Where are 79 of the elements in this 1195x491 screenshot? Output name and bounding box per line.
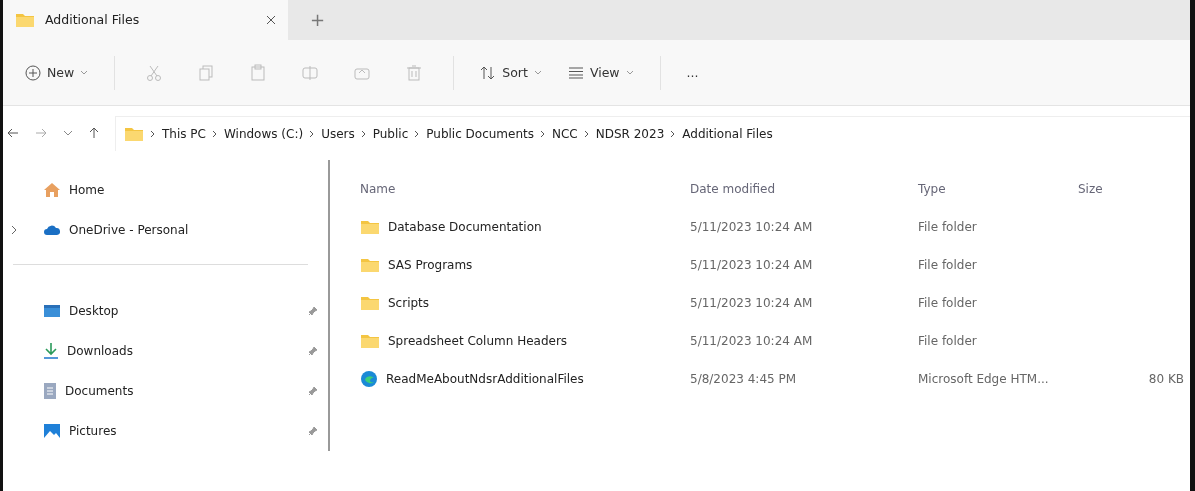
folder-icon: [124, 125, 144, 142]
caret-icon: [533, 69, 542, 76]
new-tab-button[interactable]: +: [288, 9, 348, 31]
type-cell-text: File folder: [918, 334, 978, 348]
house-icon: [43, 182, 61, 198]
file-name[interactable]: ReadMeAboutNdsrAdditionalFiles: [386, 372, 584, 386]
column-header[interactable]: Name: [360, 182, 690, 196]
browser-icon: [360, 370, 378, 388]
date-cell-text: 5/11/2023 10:24 AM: [690, 258, 814, 272]
chevron-icon: [670, 129, 677, 138]
breadcrumb-item[interactable]: NCC: [552, 126, 578, 141]
plus-circle-icon: [25, 64, 41, 81]
pin-icon[interactable]: [308, 426, 318, 436]
up-icon[interactable]: [89, 127, 99, 140]
document-icon: [43, 382, 57, 400]
back-icon[interactable]: [7, 128, 19, 139]
sidebar-item[interactable]: Documents: [3, 371, 328, 411]
breadcrumb-item[interactable]: NDSR 2023: [595, 126, 665, 141]
address-bar[interactable]: This PC Windows (C:) Users Public Public Documents NCC NDSR 2023 Additional Files: [115, 115, 1190, 151]
breadcrumb-item[interactable]: Additional Files: [682, 126, 773, 141]
date-cell-text: 5/8/2023 4:45 PM: [690, 372, 798, 386]
cloud-icon: [43, 224, 61, 236]
caret-icon: [625, 69, 634, 76]
sidebar-item[interactable]: Home: [3, 170, 328, 210]
pin-icon[interactable]: [308, 346, 318, 356]
close-icon[interactable]: [266, 14, 276, 25]
type-cell-text: Microsoft Edge HTM...: [918, 372, 1050, 386]
breadcrumb-item[interactable]: Public Documents: [426, 126, 534, 141]
view-button[interactable]: View: [557, 59, 644, 87]
column-header[interactable]: Size: [1078, 182, 1190, 196]
breadcrumb-item[interactable]: Public: [372, 126, 409, 141]
chevron-icon: [360, 129, 367, 138]
chevron-icon: [540, 129, 546, 138]
file-name[interactable]: Database Documentation: [388, 220, 542, 234]
sidebar-item[interactable]: Downloads: [3, 331, 328, 371]
more-button[interactable]: ...: [676, 59, 709, 87]
column-header[interactable]: Date modified: [690, 182, 918, 196]
type-cell-text: File folder: [918, 220, 978, 234]
caret-icon: [80, 69, 89, 76]
sidebar-item[interactable]: Desktop: [3, 291, 328, 331]
size-cell-text: 80 KB: [1148, 372, 1185, 386]
chevron-icon: [211, 129, 218, 138]
expand-icon[interactable]: [11, 225, 17, 235]
new-button[interactable]: New: [15, 58, 99, 87]
breadcrumb-item[interactable]: This PC: [162, 126, 206, 141]
chevron-down-icon[interactable]: [63, 130, 73, 137]
date-cell-text: 5/11/2023 10:24 AM: [690, 296, 814, 310]
type-cell-text: File folder: [918, 258, 978, 272]
desktop-icon: [43, 304, 61, 318]
file-name[interactable]: SAS Programs: [388, 258, 473, 272]
chevron-icon: [414, 129, 421, 138]
chevron-icon: [150, 129, 156, 138]
folder-icon: [360, 219, 380, 235]
folder-icon: [360, 257, 380, 273]
image-icon: [43, 423, 61, 439]
sidebar-item[interactable]: OneDrive - Personal: [3, 210, 328, 250]
lines-icon: [567, 66, 584, 79]
type-cell-text: File folder: [918, 296, 978, 310]
sort-button[interactable]: Sort: [470, 59, 552, 87]
column-header[interactable]: Type: [918, 182, 1078, 196]
date-cell-text: 5/11/2023 10:24 AM: [690, 220, 814, 234]
download-icon: [43, 342, 59, 360]
folder-icon: [360, 295, 380, 311]
tab-title: Additional Files: [45, 12, 141, 28]
pin-icon[interactable]: [308, 306, 318, 316]
file-name[interactable]: Scripts: [388, 296, 430, 310]
breadcrumb-item[interactable]: Windows (C:): [223, 126, 304, 141]
folder-icon: [360, 333, 380, 349]
sidebar-item[interactable]: Pictures: [3, 411, 328, 451]
window-tab[interactable]: Additional Files: [3, 0, 288, 40]
forward-icon[interactable]: [35, 128, 47, 139]
folder-icon: [15, 11, 35, 28]
chevron-icon: [583, 129, 590, 138]
chevron-icon: [309, 129, 316, 138]
sort-icon: [480, 65, 497, 80]
file-name[interactable]: Spreadsheet Column Headers: [388, 334, 568, 348]
pin-icon[interactable]: [308, 386, 318, 396]
breadcrumb-item[interactable]: Users: [321, 126, 355, 141]
date-cell-text: 5/11/2023 10:24 AM: [690, 334, 814, 348]
